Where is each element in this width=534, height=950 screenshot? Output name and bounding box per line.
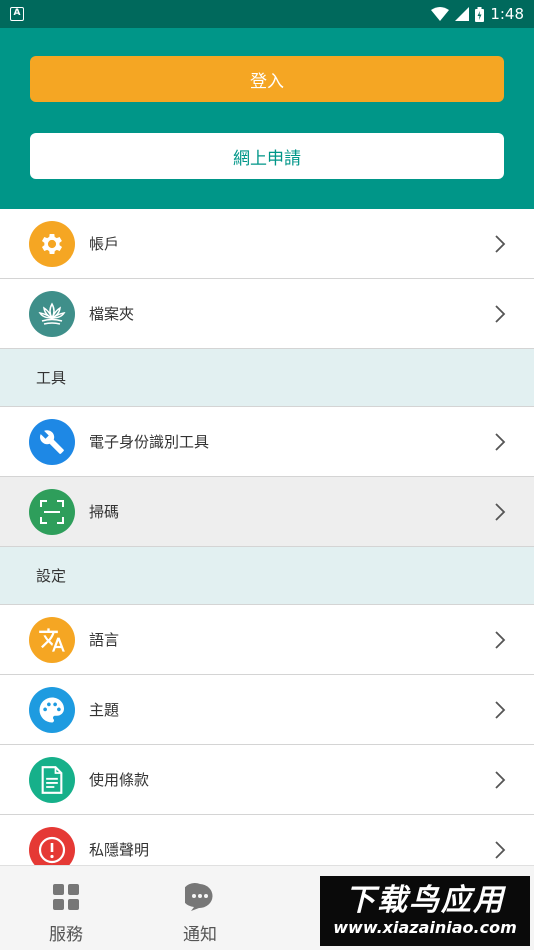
header: 登入 網上申請 (0, 28, 534, 209)
menu-item-folder[interactable]: 檔案夾 (0, 279, 534, 349)
menu-item-label: 掃碼 (89, 503, 120, 521)
status-bar: A 1:48 (0, 0, 534, 28)
menu-item-eid-tool[interactable]: 電子身份識別工具 (0, 407, 534, 477)
menu-item-terms[interactable]: 使用條款 (0, 745, 534, 815)
scan-icon (29, 489, 75, 535)
chat-icon (185, 882, 215, 912)
menu-item-label: 電子身份識別工具 (89, 433, 210, 451)
login-button[interactable]: 登入 (30, 56, 504, 102)
nav-label: 通知 (183, 925, 217, 945)
watermark: 下载鸟应用 www.xiazainiao.com (320, 876, 530, 946)
lotus-icon (29, 291, 75, 337)
chevron-right-icon (495, 503, 506, 521)
nav-item-notifications[interactable]: 通知 (140, 866, 260, 950)
watermark-url: www.xiazainiao.com (333, 918, 517, 937)
wifi-icon (431, 7, 450, 21)
palette-icon (29, 687, 75, 733)
menu-item-label: 帳戶 (89, 235, 120, 253)
wrench-icon (29, 419, 75, 465)
menu-item-label: 檔案夾 (89, 305, 135, 323)
section-header-settings: 設定 (0, 547, 534, 605)
menu-list: 帳戶 檔案夾 工具 電子身份識別工具 掃碼 設定 語言 主題 使用條款 私隱聲明 (0, 209, 534, 885)
watermark-title: 下载鸟应用 (345, 883, 505, 918)
menu-item-account[interactable]: 帳戶 (0, 209, 534, 279)
chevron-right-icon (495, 235, 506, 253)
grid-icon (51, 882, 81, 912)
status-time: 1:48 (490, 5, 524, 23)
battery-icon (475, 6, 485, 22)
menu-item-label: 主題 (89, 701, 120, 719)
menu-item-language[interactable]: 語言 (0, 605, 534, 675)
menu-item-scan[interactable]: 掃碼 (0, 477, 534, 547)
chevron-right-icon (495, 771, 506, 789)
status-right: 1:48 (431, 5, 524, 23)
menu-item-theme[interactable]: 主題 (0, 675, 534, 745)
chevron-right-icon (495, 841, 506, 859)
translate-icon (29, 617, 75, 663)
online-apply-button[interactable]: 網上申請 (30, 133, 504, 179)
nav-label: 服務 (49, 925, 83, 945)
gear-icon (29, 221, 75, 267)
chevron-right-icon (495, 305, 506, 323)
menu-item-label: 使用條款 (89, 771, 150, 789)
chevron-right-icon (495, 701, 506, 719)
chevron-right-icon (495, 631, 506, 649)
signal-icon (455, 7, 470, 21)
notification-icon: A (10, 7, 24, 21)
chevron-right-icon (495, 433, 506, 451)
status-left: A (10, 7, 24, 21)
document-icon (29, 757, 75, 803)
section-header-tools: 工具 (0, 349, 534, 407)
menu-item-label: 私隱聲明 (89, 841, 150, 859)
menu-item-label: 語言 (89, 631, 120, 649)
nav-item-services[interactable]: 服務 (6, 866, 126, 950)
